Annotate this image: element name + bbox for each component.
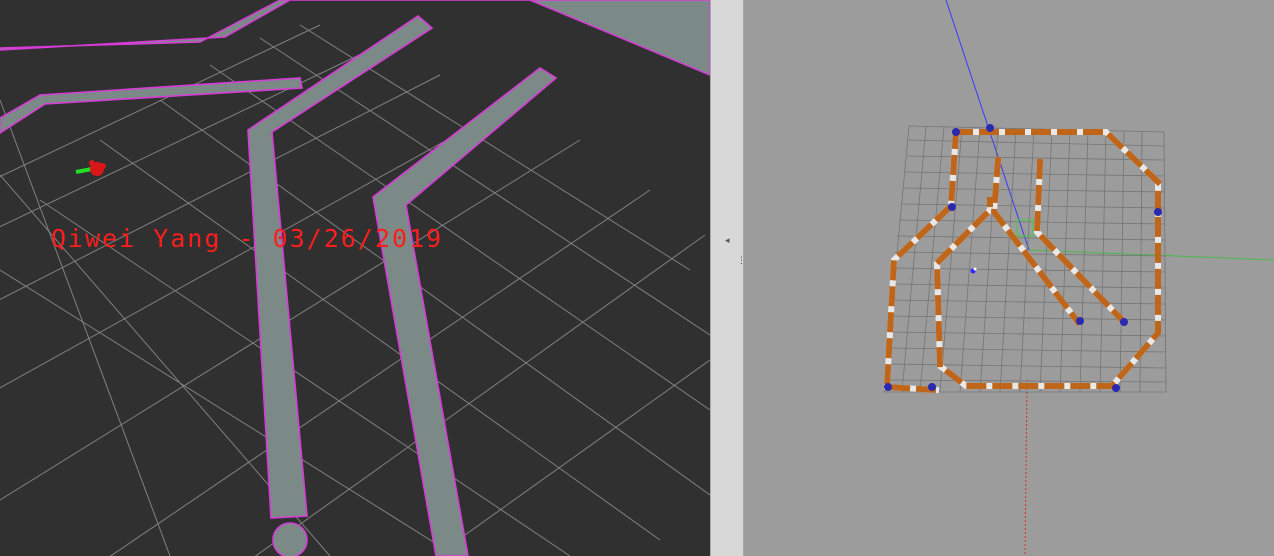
axis-x-line bbox=[1024, 379, 1028, 556]
ground-plane-grid bbox=[883, 125, 1167, 393]
author-overlay-text: Qiwei Yang - 03/26/2019 bbox=[51, 224, 444, 253]
costmap-obstacles bbox=[0, 14, 558, 556]
collapse-arrow-icon[interactable]: ◂ bbox=[725, 236, 730, 246]
rviz-map-view[interactable]: Qiwei Yang - 03/26/2019 bbox=[0, 0, 710, 556]
gazebo-world-view[interactable] bbox=[744, 0, 1274, 556]
rviz-scene[interactable] bbox=[0, 0, 710, 556]
obstacle-wall-right bbox=[372, 67, 558, 556]
barrier-left-outer bbox=[883, 128, 960, 394]
splitter-handle-icon[interactable]: ⋮ bbox=[737, 256, 746, 268]
panel-splitter[interactable]: ◂ ⋮ bbox=[710, 0, 746, 556]
gazebo-scene[interactable] bbox=[744, 0, 1274, 556]
robot-marker-icon[interactable] bbox=[75, 160, 106, 176]
robot-model-icon[interactable] bbox=[970, 267, 977, 274]
ground-grid bbox=[0, 24, 710, 556]
obstacle-round bbox=[272, 522, 308, 556]
